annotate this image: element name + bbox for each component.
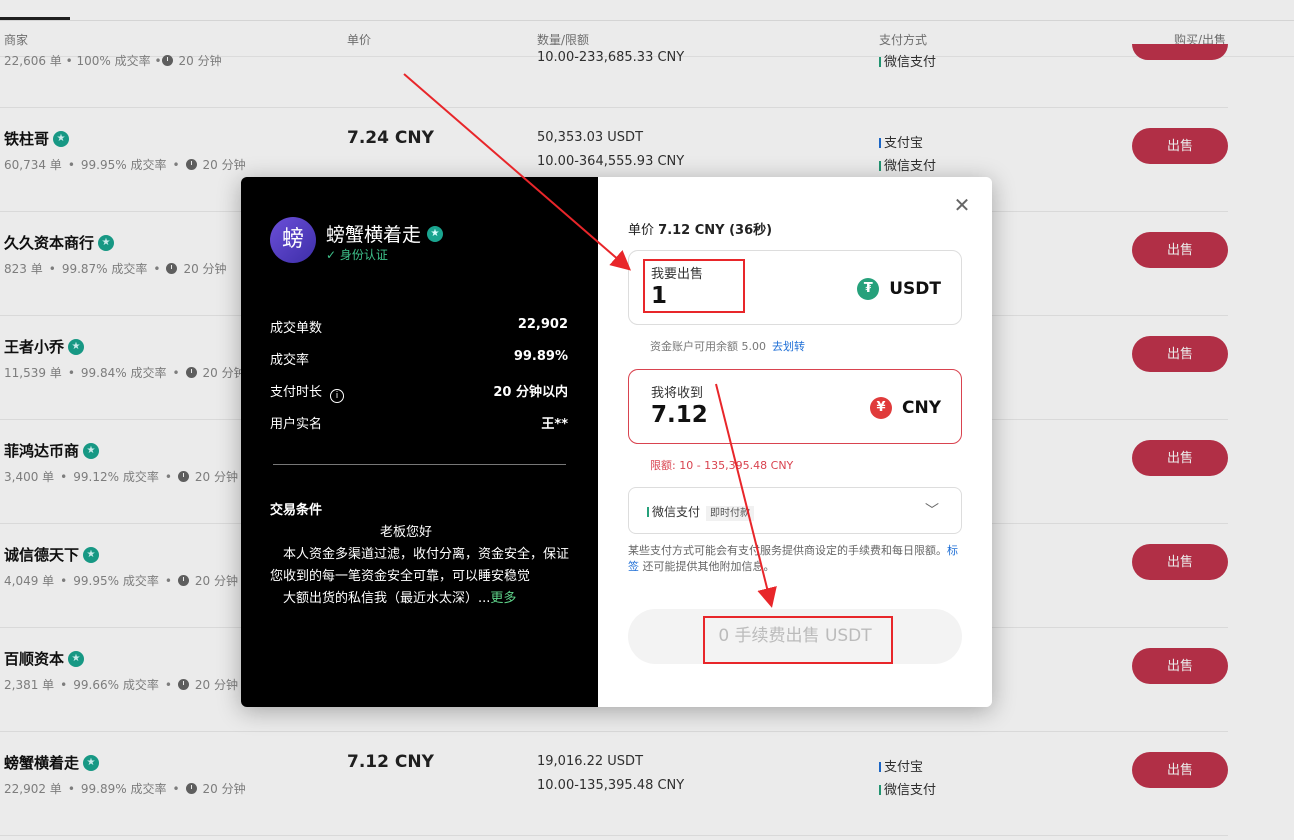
verified-badge-icon xyxy=(427,225,444,242)
payment-method-select[interactable]: 微信支付 即时付款 ﹀ xyxy=(628,487,962,534)
fee-note: 某些支付方式可能会有支付服务提供商设定的手续费和每日限额。标签 还可能提供其他附… xyxy=(628,544,958,573)
terms-title: 交易条件 xyxy=(270,503,323,518)
balance-line: 资金账户可用余额 5.00 去划转 xyxy=(650,340,805,353)
highlight-box xyxy=(643,259,745,313)
receive-amount-input[interactable]: 7.12 xyxy=(651,402,708,428)
currency-cny: ¥ CNY xyxy=(869,397,941,419)
receive-amount-field[interactable]: 我将收到 7.12 ¥ CNY xyxy=(628,369,962,444)
yuan-icon: ¥ xyxy=(869,397,892,419)
info-icon[interactable]: i xyxy=(330,389,345,403)
highlight-box xyxy=(703,616,893,664)
divider xyxy=(273,464,566,465)
stat-completion-rate: 成交率 99.89% xyxy=(270,349,568,368)
terms-body: 老板您好 本人资金多渠道过滤，收付分离，资金安全，保证您收到的每一笔资金安全可靠… xyxy=(270,525,570,606)
transfer-link[interactable]: 去划转 xyxy=(772,340,805,353)
stat-real-name: 用户实名 王** xyxy=(270,417,568,432)
avatar: 螃 xyxy=(270,217,316,263)
tether-icon: ₮ xyxy=(857,278,880,300)
identity-verified: ✓ 身份认证 xyxy=(326,248,388,262)
seller-info-panel: 螃 螃蟹横着走 ✓ 身份认证 成交单数22,902 成交率99.89% 支付时长… xyxy=(241,177,598,707)
more-link[interactable]: 更多 xyxy=(490,591,516,606)
chevron-down-icon: ﹀ xyxy=(925,503,939,519)
currency-usdt: ₮ USDT xyxy=(857,278,941,300)
stat-payment-time: 支付时长 i 20 分钟以内 xyxy=(270,385,568,403)
close-icon[interactable]: ✕ xyxy=(952,195,972,215)
seller-name: 螃蟹横着走 xyxy=(326,220,444,247)
limit-text: 限额: 10 - 135,395.48 CNY xyxy=(650,459,794,472)
unit-price-line: 单价 7.12 CNY (36秒) xyxy=(628,223,773,238)
stat-orders: 成交单数 22,902 xyxy=(270,317,568,336)
